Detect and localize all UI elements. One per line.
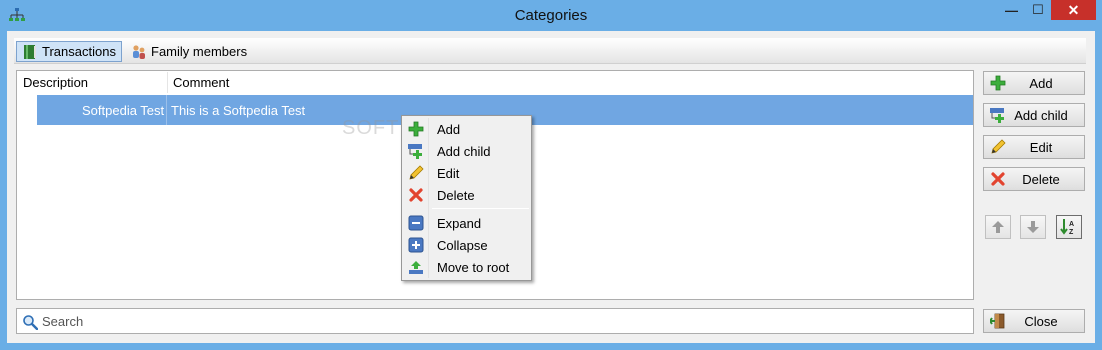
add-child-icon [408, 144, 422, 159]
menu-separator [432, 208, 529, 209]
expand-icon [408, 215, 424, 231]
menu-item-label: Add child [437, 143, 491, 159]
close-window-button[interactable]: ✕ [1051, 0, 1096, 20]
tab-family-members[interactable]: Family members [126, 41, 256, 62]
family-icon [133, 44, 145, 59]
title-bar[interactable]: Categories — ☐ ✕ [0, 0, 1102, 31]
search-icon [23, 315, 38, 330]
tab-transactions[interactable]: Transactions [16, 41, 122, 62]
menu-item-move-to-root[interactable]: Move to root [404, 256, 530, 278]
window-client-area: Transactions Family members Description … [7, 31, 1095, 343]
add-button[interactable]: Add [983, 71, 1085, 95]
tab-strip: Transactions Family members [14, 38, 1086, 64]
menu-item-label: Expand [437, 215, 482, 231]
search-box [16, 308, 974, 334]
add-button-label: Add [1029, 75, 1053, 91]
plus-icon [990, 75, 1006, 91]
delete-button-label: Delete [1022, 171, 1060, 187]
collapse-icon [408, 237, 424, 253]
pencil-icon [991, 139, 1006, 154]
tab-label: Family members [151, 44, 248, 59]
window-title: Categories [514, 7, 588, 24]
tab-label: Transactions [42, 44, 116, 59]
svg-text:A: A [1069, 221, 1074, 228]
edit-button[interactable]: Edit [983, 135, 1085, 159]
door-exit-icon [990, 313, 1005, 329]
search-input[interactable] [42, 312, 942, 330]
arrow-down-icon [1027, 221, 1039, 233]
menu-item-label: Edit [437, 165, 460, 181]
maximize-button[interactable]: ☐ [1025, 0, 1051, 20]
move-up-button[interactable] [985, 215, 1011, 239]
close-button[interactable]: Close [983, 309, 1085, 333]
svg-text:Z: Z [1069, 229, 1074, 236]
column-divider [166, 95, 167, 125]
menu-item-label: Collapse [437, 237, 488, 253]
arrow-up-icon [992, 221, 1004, 233]
menu-item-delete[interactable]: Delete [404, 184, 530, 206]
delete-x-icon [409, 188, 423, 202]
sort-az-icon: A Z [1060, 219, 1074, 236]
menu-item-collapse[interactable]: Collapse [404, 234, 530, 256]
add-child-button[interactable]: Add child [983, 103, 1085, 127]
menu-item-expand[interactable]: Expand [404, 212, 530, 234]
row-description: Softpedia Test [82, 103, 165, 118]
book-icon [24, 44, 36, 59]
add-child-icon [990, 108, 1004, 123]
menu-item-label: Add [437, 121, 461, 137]
sort-az-button[interactable]: A Z [1056, 215, 1082, 239]
menu-item-label: Move to root [437, 259, 510, 275]
column-header-description[interactable]: Description [18, 72, 168, 93]
context-menu: Add Add child Edit Delete Expand Collaps… [401, 115, 532, 281]
delete-x-icon [991, 172, 1005, 186]
menu-item-label: Delete [437, 187, 475, 203]
pencil-icon [409, 165, 424, 180]
menu-item-add[interactable]: Add [404, 118, 530, 140]
move-to-root-icon [409, 261, 423, 274]
window: Categories — ☐ ✕ Transactions Family mem… [0, 0, 1102, 350]
minimize-button[interactable]: — [998, 0, 1025, 20]
add-child-button-label: Add child [1014, 107, 1068, 123]
plus-icon [408, 121, 424, 137]
row-comment: This is a Softpedia Test [171, 103, 306, 118]
close-button-label: Close [1024, 313, 1058, 329]
menu-item-edit[interactable]: Edit [404, 162, 530, 184]
move-down-button[interactable] [1020, 215, 1046, 239]
delete-button[interactable]: Delete [983, 167, 1085, 191]
column-header-comment[interactable]: Comment [168, 72, 468, 93]
menu-item-add-child[interactable]: Add child [404, 140, 530, 162]
edit-button-label: Edit [1029, 139, 1053, 155]
